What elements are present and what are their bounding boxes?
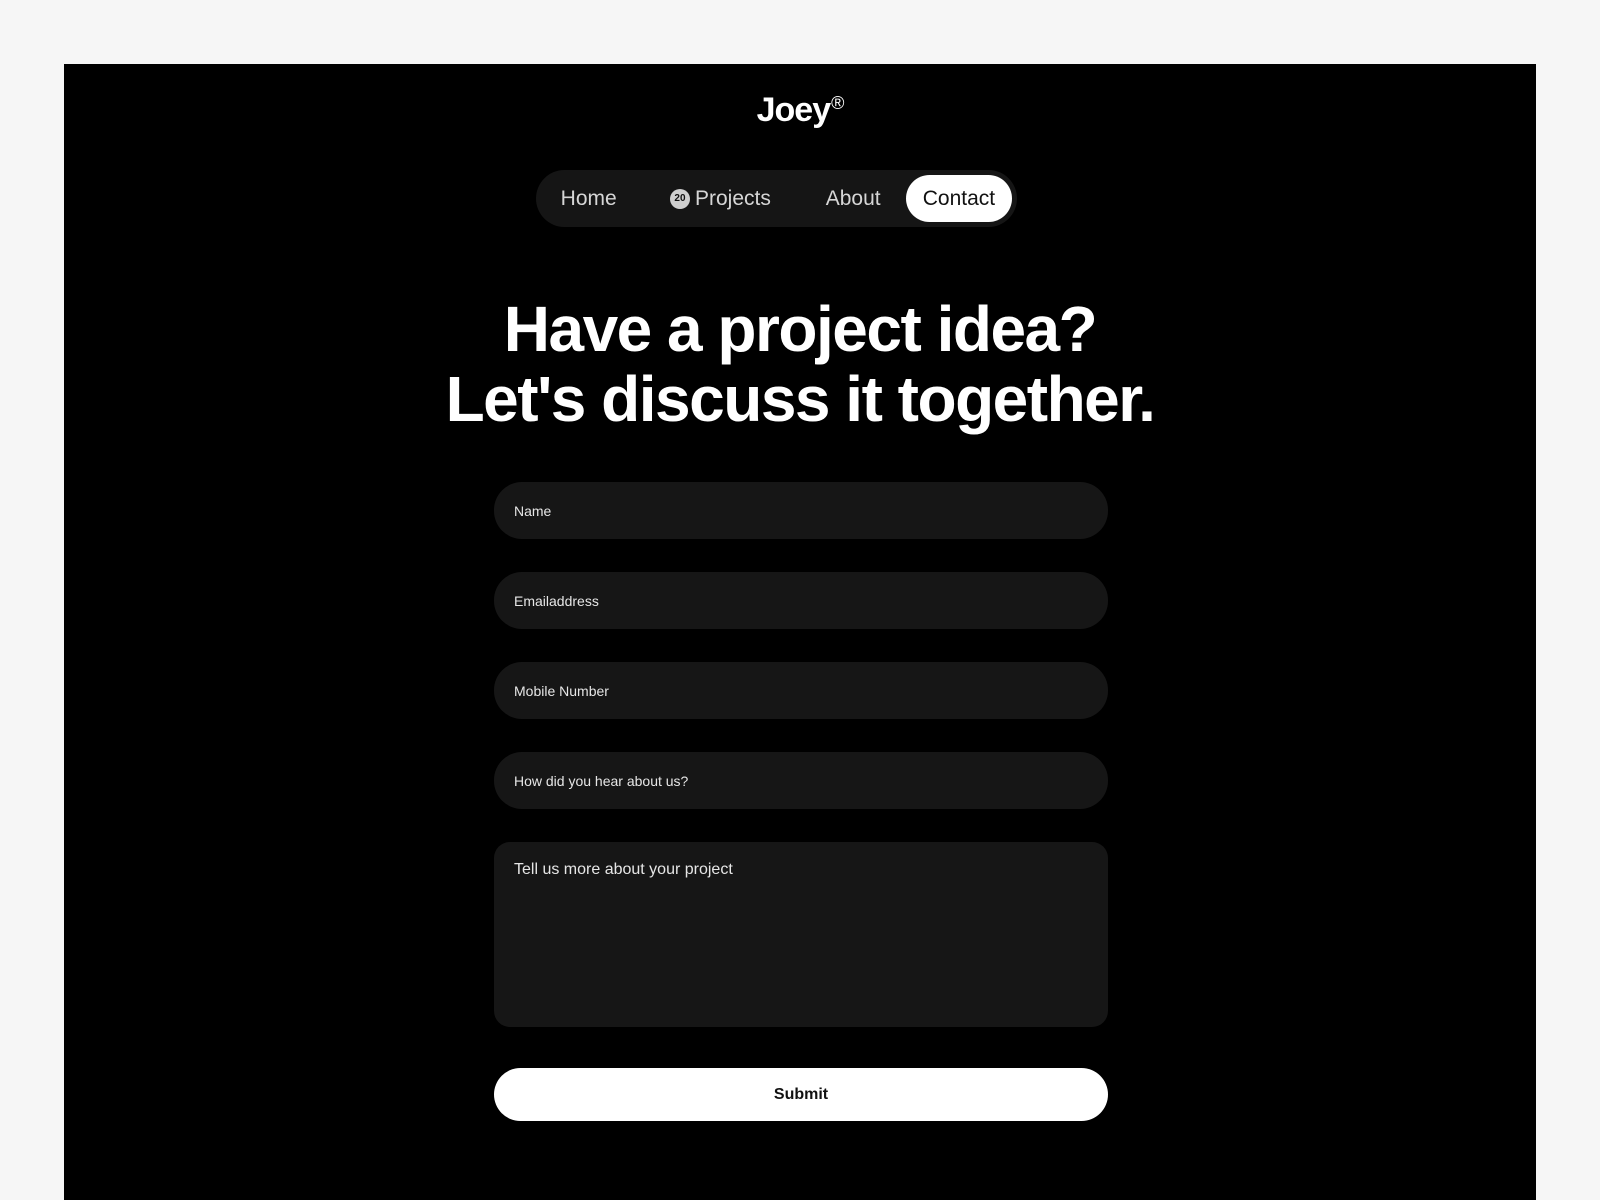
main-nav: Home 20 Projects About Contact [536,170,1017,227]
headline-line-1: Have a project idea? [503,293,1098,365]
submit-button[interactable]: Submit [494,1068,1108,1121]
email-field[interactable]: Emailaddress [494,572,1108,629]
name-field[interactable]: Name [494,482,1108,539]
brand-logo[interactable]: Joey® [64,91,1536,130]
nav-item-contact[interactable]: Contact [905,175,1012,222]
projects-count-badge: 20 [669,188,690,209]
nav-item-projects[interactable]: 20 Projects [647,175,793,222]
brand-name: Joey [756,91,831,129]
nav-home-label: Home [560,186,617,210]
referral-source-field[interactable]: How did you hear about us? [494,752,1108,809]
project-details-placeholder: Tell us more about your project [514,861,733,878]
nav-about-label: About [825,186,881,210]
mobile-number-field[interactable]: Mobile Number [494,662,1108,719]
referral-placeholder: How did you hear about us? [514,772,689,789]
nav-contact-label: Contact [922,186,996,210]
nav-projects-label: Projects [694,186,771,210]
name-placeholder: Name [514,502,552,519]
nav-item-home[interactable]: Home [540,175,637,222]
email-placeholder: Emailaddress [514,592,599,609]
page-frame: Joey® Home 20 Projects About Contact Hav… [64,64,1536,1200]
mobile-placeholder: Mobile Number [514,682,609,699]
project-details-textarea[interactable]: Tell us more about your project [494,842,1108,1027]
page-headline: Have a project idea? Let's discuss it to… [64,294,1536,434]
headline-line-2: Let's discuss it together. [445,363,1156,435]
submit-label: Submit [773,1085,829,1103]
registered-mark: ® [831,93,844,113]
nav-item-about[interactable]: About [805,175,900,222]
